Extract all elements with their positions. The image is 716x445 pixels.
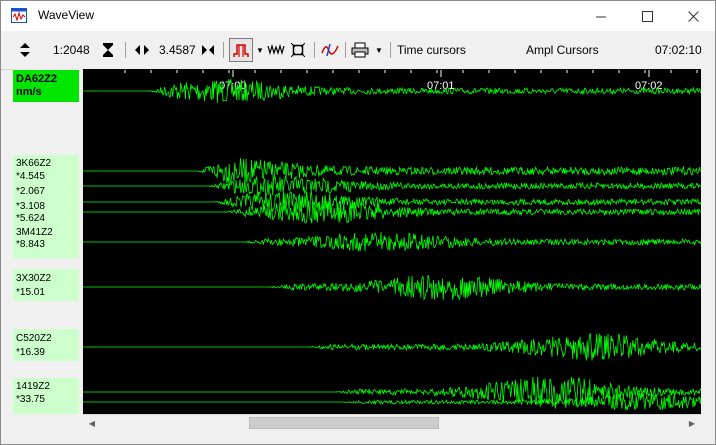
channel-name: 3X30Z2 [16, 273, 52, 284]
channel-label-3k66z2[interactable]: 3K66Z2 *4.545 *2.067 *3.108 *5.624 [13, 155, 79, 227]
seismic-trace-2 [83, 175, 701, 196]
title-bar: WaveView [1, 1, 715, 31]
channel-label-c520z2[interactable]: C520Z2 *16.39 [13, 329, 79, 361]
print-icon [351, 42, 369, 58]
scale-value: 1:2048 [53, 43, 90, 57]
seismic-trace-0 [83, 79, 701, 103]
maximize-icon [641, 10, 653, 22]
channel-scale: *15.01 [16, 287, 45, 298]
print-button[interactable] [351, 31, 369, 69]
channel-scale: *3.108 [16, 201, 45, 212]
waveform-canvas: 07:00 07:01 07:02 [83, 70, 701, 411]
close-button[interactable] [670, 1, 715, 31]
fit-window-icon [291, 43, 305, 57]
horizontal-shift-icon [135, 45, 149, 55]
seismic-trace-6 [83, 274, 701, 301]
clock-readout: 07:02:10 [655, 43, 702, 57]
channel-scale: *16.39 [16, 347, 45, 358]
spectrum-button[interactable] [321, 31, 339, 69]
vertical-zoom-icon [20, 43, 30, 57]
print-dropdown-button[interactable]: ▼ [375, 31, 383, 69]
channel-scale: *8.843 [16, 239, 45, 250]
waveform-plot[interactable]: 07:00 07:01 07:02 [83, 69, 701, 414]
channel-name: 3K66Z2 [16, 158, 52, 169]
time-compress-icon [103, 43, 113, 57]
horizontal-scrollbar[interactable]: ◀ ▶ [83, 414, 701, 432]
autoscale-button[interactable] [267, 31, 285, 69]
seismic-trace-1 [83, 158, 701, 185]
channel-label-1419z2[interactable]: 1419Z2 *33.75 [13, 378, 79, 414]
channel-name: 1419Z2 [16, 381, 50, 392]
channel-unit: nm/s [16, 86, 42, 98]
channel-name: DA62Z2 [16, 73, 57, 85]
scroll-right-button[interactable]: ▶ [684, 416, 700, 431]
time-expand-icon [202, 45, 214, 55]
seismic-trace-3 [83, 190, 701, 213]
channel-name: C520Z2 [16, 333, 52, 344]
horizontal-shift-button[interactable] [135, 31, 149, 69]
fit-window-button[interactable] [291, 31, 305, 69]
ampl-cursors-button[interactable]: Ampl Cursors [526, 31, 599, 69]
channel-label-3x30z2[interactable]: 3X30Z2 *15.01 [13, 269, 79, 301]
channel-label-3m41z2[interactable]: 3M41Z2 *8.843 [13, 226, 79, 258]
filter-button[interactable] [229, 31, 253, 69]
channel-scale: *33.75 [16, 394, 45, 405]
gain-value: 3.4587 [159, 43, 196, 57]
spectrum-icon [321, 43, 339, 57]
autoscale-icon [267, 43, 285, 56]
window-title: WaveView [38, 8, 95, 22]
channel-label-panel: DA62Z2 nm/s 3K66Z2 *4.545 *2.067 *3.108 … [13, 69, 81, 414]
seismic-trace-7 [83, 333, 701, 361]
waveview-app-icon [11, 8, 27, 23]
time-expand-button[interactable] [201, 31, 215, 69]
time-cursors-button[interactable]: Time cursors [397, 31, 466, 69]
seismic-trace-9 [83, 391, 701, 411]
right-edge-panel [701, 69, 715, 414]
chevron-down-icon: ▼ [375, 45, 383, 55]
vertical-zoom-button[interactable] [19, 31, 31, 69]
close-icon [687, 10, 699, 22]
seismic-trace-5 [83, 231, 701, 252]
scroll-left-button[interactable]: ◀ [84, 416, 100, 431]
channel-scale: *4.545 [16, 171, 45, 182]
channel-scale: *5.624 [16, 213, 45, 224]
chevron-left-icon: ◀ [88, 419, 96, 428]
channel-name: 3M41Z2 [16, 227, 53, 238]
channel-scale: *2.067 [16, 186, 45, 197]
minimize-icon [595, 16, 606, 17]
chevron-down-icon: ▼ [256, 45, 264, 55]
filter-icon [233, 44, 249, 57]
time-compress-button[interactable] [102, 31, 114, 69]
maximize-button[interactable] [624, 1, 670, 31]
chevron-right-icon: ▶ [688, 419, 696, 428]
waveview-window: WaveView 1:2048 3.4587 ▼ ▼ Time cursors … [0, 0, 716, 445]
filter-dropdown-button[interactable]: ▼ [256, 31, 264, 69]
minimize-button[interactable] [578, 1, 624, 31]
scroll-thumb[interactable] [249, 417, 439, 429]
channel-label-da62z2[interactable]: DA62Z2 nm/s [13, 70, 79, 102]
toolbar: 1:2048 3.4587 ▼ ▼ Time cursors Ampl Curs… [1, 31, 715, 70]
